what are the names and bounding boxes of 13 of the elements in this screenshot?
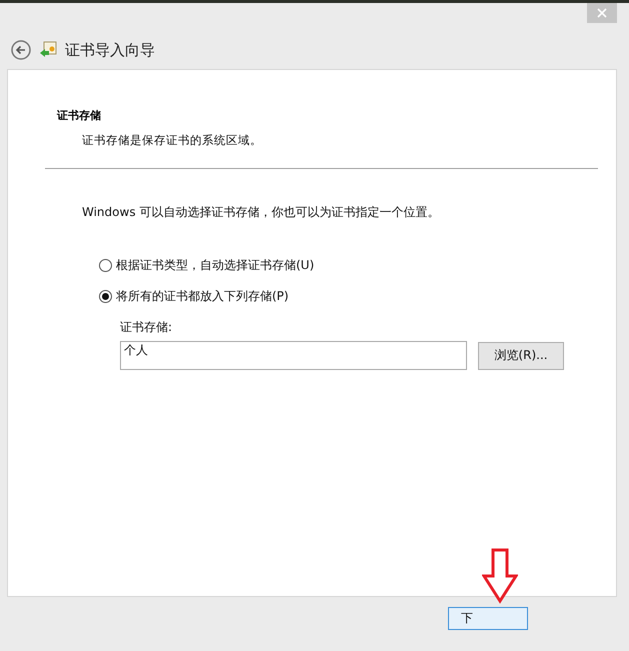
certificate-icon (39, 41, 57, 59)
close-icon (597, 8, 607, 18)
window-title: 证书导入向导 (65, 40, 155, 60)
radio-option[interactable]: 将所有的证书都放入下列存储(P) (99, 288, 616, 305)
store-field[interactable]: 个人 (120, 341, 467, 370)
radio-option[interactable]: 根据证书类型，自动选择证书存储(U) (99, 257, 616, 274)
browse-button[interactable]: 浏览(R)... (478, 342, 564, 370)
section-heading: 证书存储 (56, 108, 102, 123)
field-label: 证书存储: (120, 319, 174, 336)
next-button[interactable]: 下 (448, 607, 528, 630)
back-icon[interactable] (11, 40, 31, 60)
intro-text: Windows 可以自动选择证书存储，你也可以为证书指定一个位置。 (81, 204, 440, 221)
section-description: 证书存储是保存证书的系统区域。 (81, 133, 263, 148)
